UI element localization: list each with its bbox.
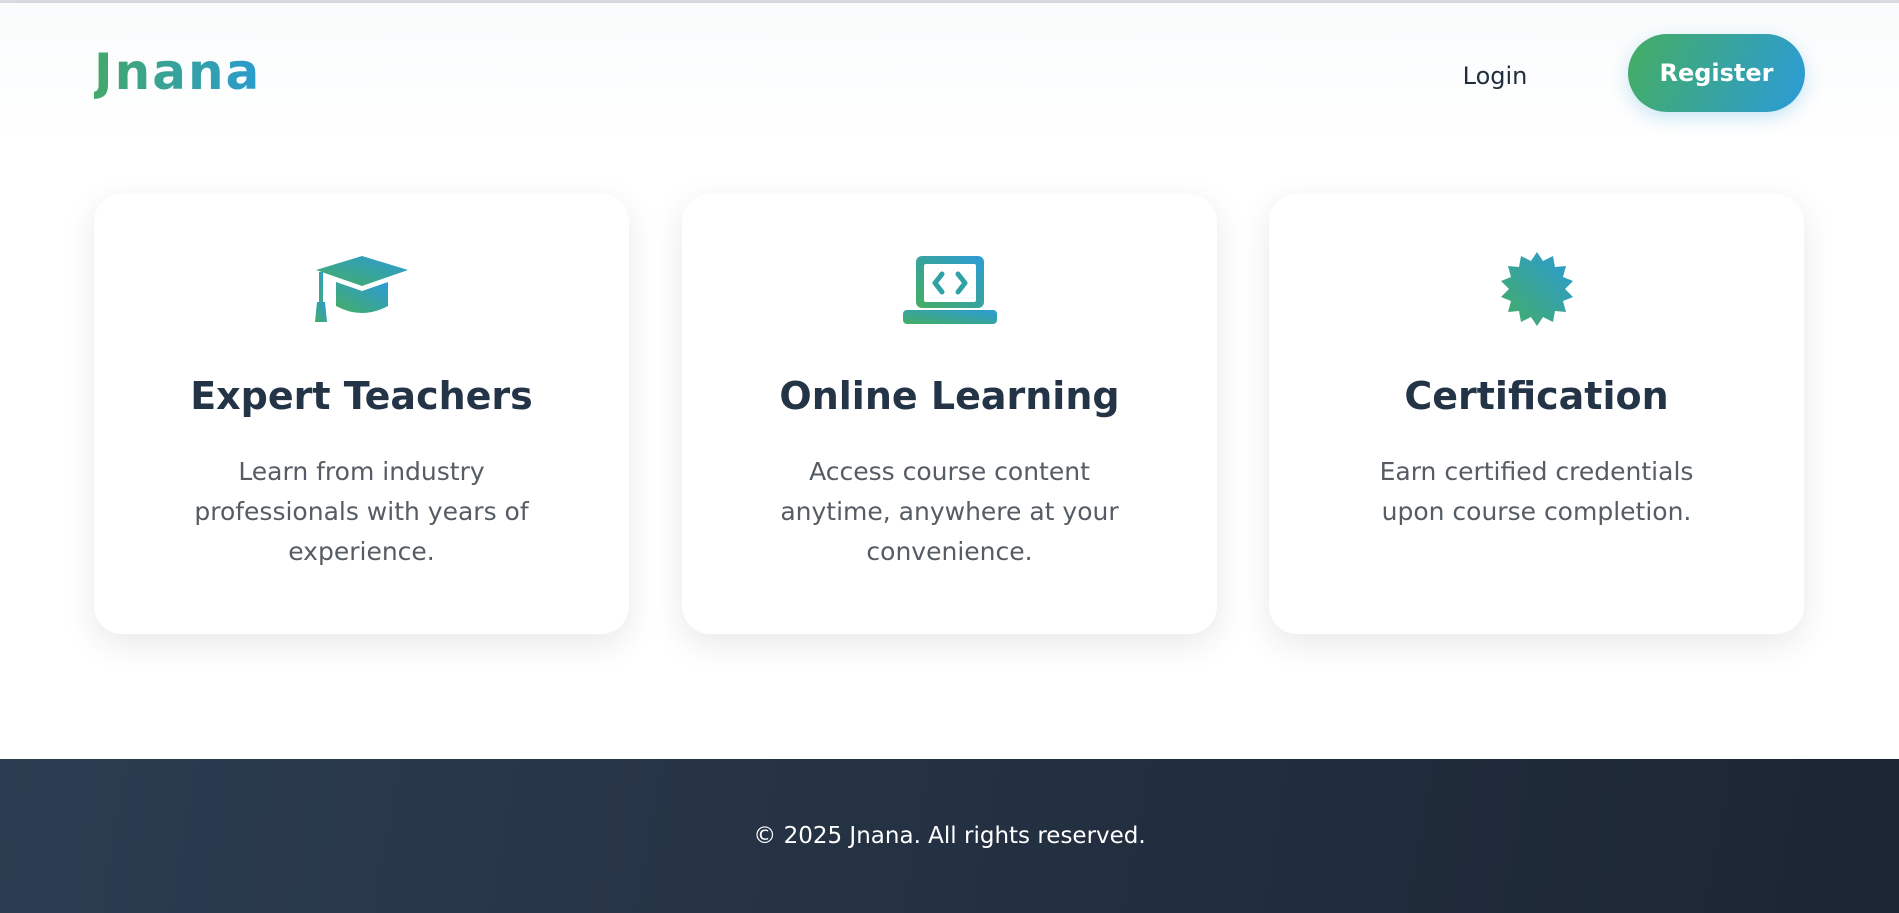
register-button[interactable]: Register: [1628, 34, 1805, 112]
feature-card-online-learning: Online Learning Access course content an…: [682, 194, 1217, 634]
feature-card-expert-teachers: Expert Teachers Learn from industry prof…: [94, 194, 629, 634]
feature-card-certification: Certification Earn certified credentials…: [1269, 194, 1804, 634]
copyright-text: © 2025 Jnana. All rights reserved.: [753, 823, 1146, 849]
graduation-cap-icon: [314, 254, 410, 326]
laptop-code-icon: [902, 254, 998, 326]
feature-description: Earn certified credentials upon course c…: [1379, 457, 1694, 526]
feature-description: Access course content anytime, anywhere …: [780, 457, 1119, 566]
feature-title: Expert Teachers: [190, 374, 533, 418]
site-logo[interactable]: Jnana: [94, 43, 261, 101]
login-link[interactable]: Login: [1440, 58, 1550, 94]
features-section: Expert Teachers Learn from industry prof…: [0, 142, 1899, 759]
site-footer: © 2025 Jnana. All rights reserved.: [0, 759, 1899, 913]
site-header: Jnana Login Register: [0, 3, 1899, 142]
certificate-badge-icon: [1489, 252, 1585, 326]
feature-title: Online Learning: [779, 374, 1120, 418]
feature-title: Certification: [1404, 374, 1669, 418]
feature-description: Learn from industry professionals with y…: [194, 457, 529, 566]
